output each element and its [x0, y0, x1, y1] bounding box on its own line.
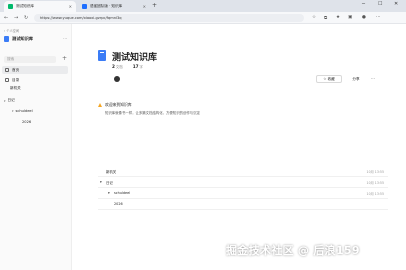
url-text: https://www.yuque.com/xiaoxi-gzrpc/fqmnl… — [40, 16, 122, 20]
browser-tab-bar: 测试知识库 ✕ 语雀团队版 · 知识库 ✕ + ─ ☐ ✕ — [0, 0, 406, 12]
sidebar-item-label: 首页 — [12, 67, 20, 72]
toc-row[interactable]: ▾ schuldeel 10月 13:55 — [98, 188, 388, 199]
main-content: 测试知识库 2文档 17字 ☆ 收藏 分享 ··· 欢迎来到知识库 知识库就像书… — [72, 24, 406, 270]
tree-item-label: schuldeel — [15, 109, 33, 113]
welcome-description: 知识库就像书一样，让多篇文档结构化，方便知识的创作与沉淀 — [105, 111, 200, 115]
search-placeholder: 搜索 — [7, 57, 15, 61]
yuque-favicon-icon — [8, 4, 13, 9]
collections-icon[interactable]: ▣ — [348, 15, 352, 20]
back-icon[interactable]: ← — [4, 15, 8, 21]
watermark: 掘金技术社区 @ 后浪159 — [226, 244, 360, 257]
url-field[interactable]: https://www.yuque.com/xiaoxi-gzrpc/fqmnl… — [34, 14, 304, 22]
warning-icon — [98, 103, 102, 107]
chevron-down-icon[interactable]: ▾ — [100, 180, 102, 184]
tree-item-label: 2026 — [22, 120, 32, 124]
favorites-icon[interactable]: ★ — [336, 15, 340, 20]
welcome-banner: 欢迎来到知识库 — [98, 102, 132, 108]
more-button[interactable]: ··· — [369, 75, 377, 83]
stat-docs: 2文档 — [112, 64, 123, 69]
favorite-button[interactable]: ☆ 收藏 — [316, 75, 342, 83]
toc-item-label: 新机关 — [106, 169, 117, 174]
profile-icon[interactable]: ● — [362, 15, 366, 20]
tab-title: 语雀团队版 · 知识库 — [90, 4, 123, 8]
toc-row[interactable]: ▾ 日记 10月 13:55 — [98, 177, 388, 188]
page-title: 测试知识库 — [112, 53, 158, 63]
stat-words: 17字 — [132, 64, 143, 69]
book-icon — [4, 36, 9, 42]
toc-row[interactable]: 2026 — [98, 199, 388, 210]
star-icon[interactable]: ☆ — [312, 15, 316, 20]
kb-stats: 2文档 17字 — [112, 64, 143, 69]
sidebar-item-label: 目录 — [12, 77, 20, 82]
more-icon[interactable]: ··· — [63, 36, 67, 41]
new-tab-button[interactable]: + — [152, 2, 157, 9]
close-tab-icon[interactable]: ✕ — [69, 4, 72, 9]
tree-item[interactable]: 2026 — [22, 120, 31, 124]
toc-item-label: schuldeel — [114, 191, 131, 195]
toc-item-date: 10月 13:55 — [366, 191, 384, 196]
avatar[interactable] — [114, 76, 120, 82]
tree-item[interactable]: 新机关 — [10, 86, 21, 91]
close-tab-icon[interactable]: ✕ — [143, 4, 146, 9]
extensions-icon[interactable]: ⧉ — [324, 15, 327, 21]
minimize-icon[interactable]: ─ — [362, 1, 365, 7]
address-bar-row: ← → ↻ https://www.yuque.com/xiaoxi-gzrpc… — [0, 12, 406, 24]
chevron-down-icon[interactable]: ▾ — [4, 99, 6, 103]
add-button[interactable]: + — [62, 55, 67, 62]
breadcrumb[interactable]: ‹ 个人空间 — [4, 28, 19, 33]
home-icon — [5, 68, 9, 72]
close-window-icon[interactable]: ✕ — [394, 1, 398, 7]
chevron-down-icon[interactable]: ▾ — [12, 109, 14, 113]
sidebar: ‹ 个人空间 测试知识库 ··· 搜索 + 首页 目录 新机关 ▾ 日记 ▾ s… — [0, 24, 72, 270]
yuque-favicon-icon — [82, 4, 87, 9]
sidebar-kb-title[interactable]: 测试知识库 — [4, 36, 33, 42]
search-input[interactable]: 搜索 — [4, 56, 56, 63]
welcome-title: 欢迎来到知识库 — [105, 102, 132, 107]
toc-list: 新机关 10月 13:55 ▾ 日记 10月 13:55 ▾ schuldeel… — [98, 166, 388, 210]
toc-item-label: 日记 — [106, 180, 113, 185]
toc-row[interactable]: 新机关 10月 13:55 — [98, 166, 388, 177]
book-icon — [98, 50, 106, 61]
toc-item-label: 2026 — [114, 202, 123, 206]
maximize-icon[interactable]: ☐ — [378, 1, 382, 7]
chevron-down-icon[interactable]: ▾ — [108, 191, 110, 195]
browser-tab[interactable]: 语雀团队版 · 知识库 ✕ — [78, 1, 150, 12]
tab-title: 测试知识库 — [16, 4, 34, 8]
tree-item-label: 日记 — [7, 98, 15, 102]
reload-icon[interactable]: ↻ — [24, 15, 28, 21]
toc-item-date: 10月 13:55 — [366, 169, 384, 174]
kb-title-label: 测试知识库 — [12, 36, 33, 41]
sidebar-item-home[interactable]: 首页 — [2, 66, 68, 74]
share-button[interactable]: 分享 — [345, 75, 367, 83]
settings-menu-icon[interactable]: ⋯ — [376, 15, 381, 20]
list-icon — [5, 78, 9, 82]
toc-item-date: 10月 13:55 — [366, 180, 384, 185]
sidebar-item-toc[interactable]: 目录 — [2, 76, 68, 84]
browser-tab-active[interactable]: 测试知识库 ✕ — [4, 1, 76, 12]
tree-item[interactable]: ▾ schuldeel — [12, 109, 33, 113]
forward-icon[interactable]: → — [14, 15, 18, 21]
tree-item-label: 新机关 — [10, 86, 21, 90]
tree-item[interactable]: ▾ 日记 — [4, 98, 15, 103]
